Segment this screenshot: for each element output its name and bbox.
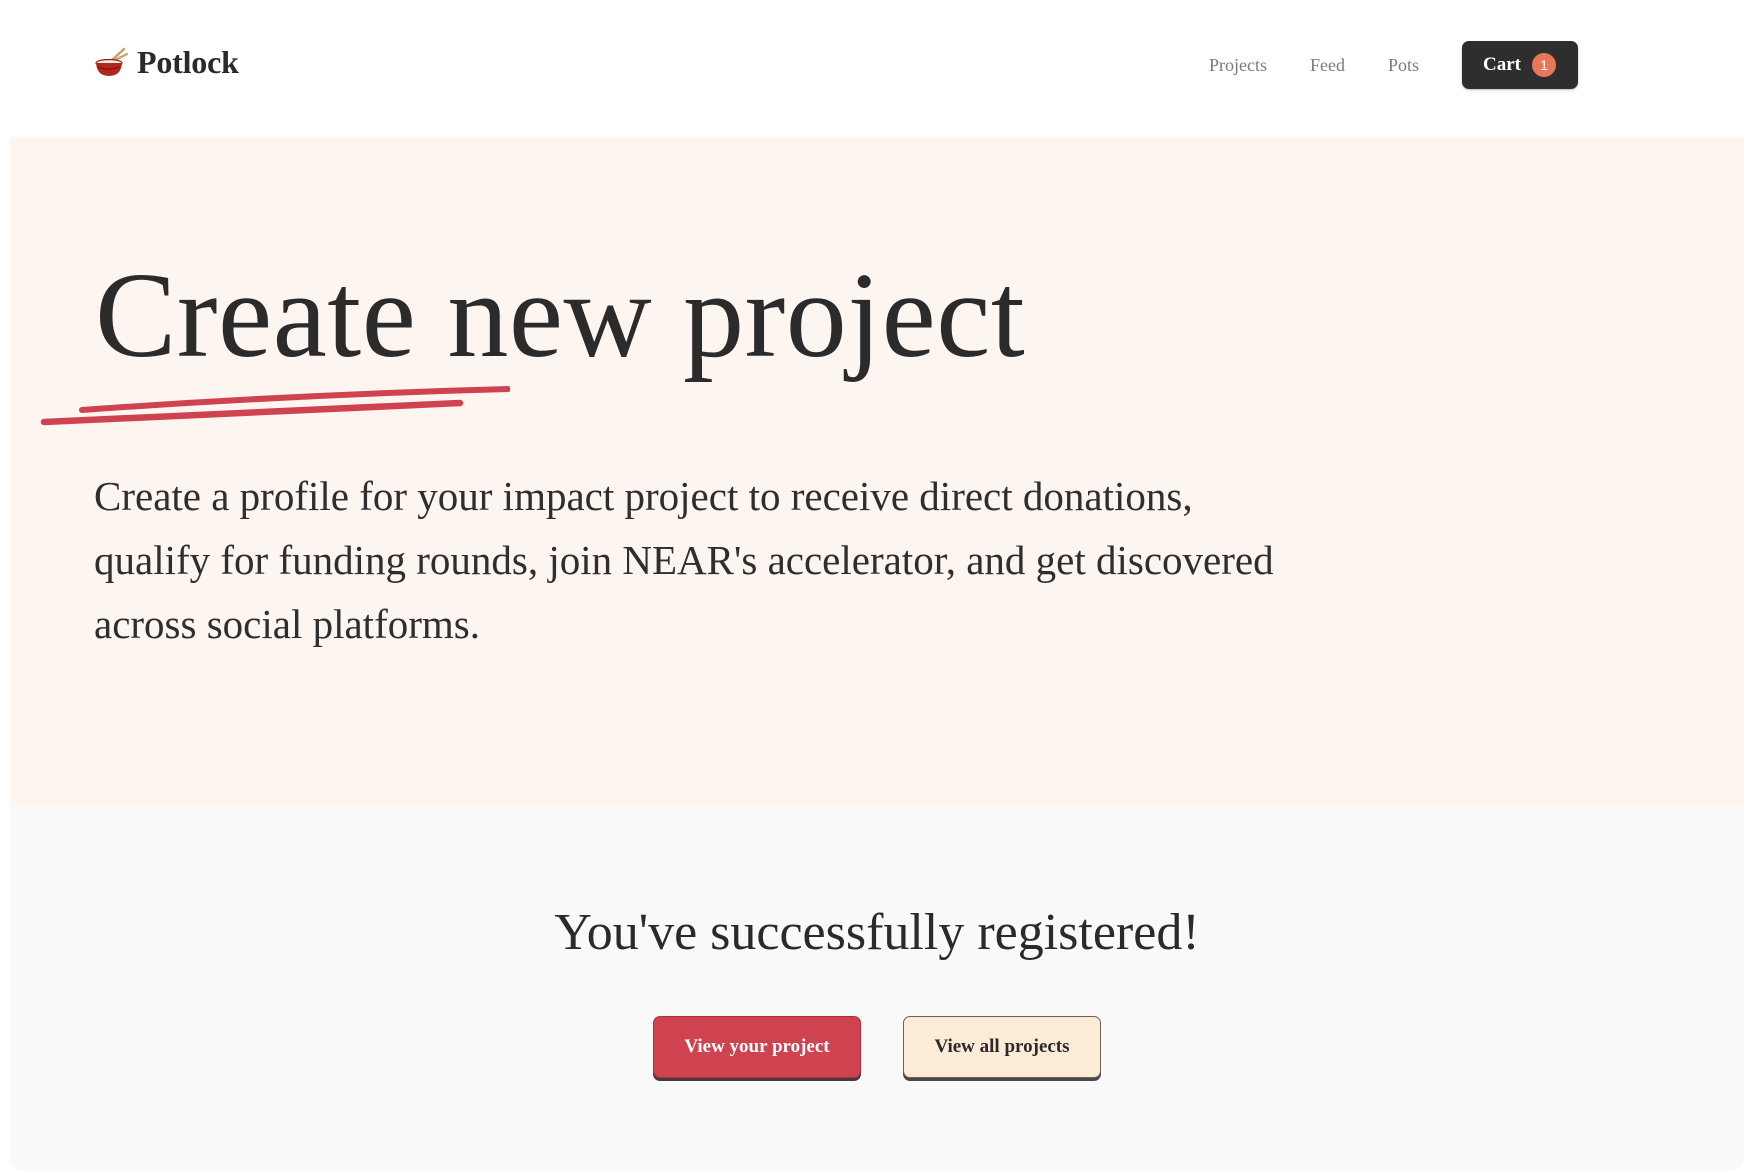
brand-logo-link[interactable]: Potlock bbox=[94, 44, 239, 81]
success-actions: View your project View all projects bbox=[10, 1016, 1744, 1078]
top-nav-bar: Potlock Projects Feed Pots Cart 1 bbox=[0, 0, 1754, 136]
title-underline-decoration bbox=[40, 386, 510, 426]
nav-link-projects[interactable]: Projects bbox=[1209, 55, 1267, 76]
registration-success-panel: You've successfully registered! View you… bbox=[10, 805, 1744, 1171]
view-all-projects-button[interactable]: View all projects bbox=[903, 1016, 1101, 1078]
brand-name: Potlock bbox=[137, 44, 239, 80]
nav-link-pots[interactable]: Pots bbox=[1388, 55, 1419, 76]
view-your-project-button[interactable]: View your project bbox=[653, 1016, 861, 1078]
page-title: Create new project bbox=[95, 248, 1026, 383]
pot-icon bbox=[95, 47, 128, 76]
hero-section: Create new project Create a profile for … bbox=[10, 137, 1744, 805]
cart-count-badge: 1 bbox=[1532, 53, 1556, 77]
cart-button[interactable]: Cart 1 bbox=[1462, 41, 1578, 89]
main-nav: Projects Feed Pots Cart 1 bbox=[1209, 41, 1578, 89]
nav-link-feed[interactable]: Feed bbox=[1310, 55, 1345, 76]
hero-description: Create a profile for your impact project… bbox=[94, 473, 1274, 647]
success-heading: You've successfully registered! bbox=[554, 904, 1200, 961]
cart-label: Cart bbox=[1483, 54, 1521, 75]
